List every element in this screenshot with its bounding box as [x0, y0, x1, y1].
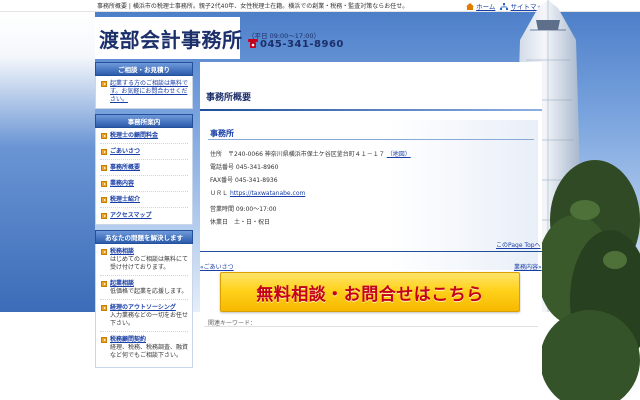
- holidays-row: 休業日 土・日・祝日: [210, 219, 271, 226]
- tel-row: 電話番号 045-341-8960: [210, 164, 279, 171]
- phone-number: 045-341-8960: [260, 39, 344, 50]
- free-consult-button[interactable]: 無料相談・お問合せはこちら: [220, 272, 520, 312]
- office-item-label[interactable]: 税理士紹介: [110, 196, 140, 203]
- solve-item-startup[interactable]: 起業相談 低価格で起業を応援します。: [100, 280, 188, 300]
- arrow-bullet-icon: [101, 165, 107, 171]
- solve-item-desc: 経理、税務、税務調査、融資など何でもご相談下さい。: [110, 344, 189, 359]
- hours-row: 営業時間 09:00～17:00: [210, 206, 277, 213]
- page-title-divider: [200, 109, 542, 111]
- solve-item-tax-consult[interactable]: 税務相談 はじめてのご相談は無料にて受け付けております。: [100, 248, 188, 276]
- sidebar: ご相談・お見積り 起業する方のご相談は無料です。お気軽にお問合わせください。 事…: [95, 62, 193, 400]
- arrow-bullet-icon: [101, 213, 107, 219]
- main-content: 事務所概要 事務所 住所 〒240-0066 神奈川県横浜市保土ケ谷区釜台町４１…: [200, 62, 542, 400]
- address-row: 住所 〒240-0066 神奈川県横浜市保土ケ谷区釜台町４１－１７ （地図）: [210, 149, 411, 158]
- url-link[interactable]: https://taxwatanabe.com: [230, 190, 305, 197]
- solve-item-label[interactable]: 起業相談: [110, 280, 134, 287]
- header-phone: 045-341-8960: [248, 39, 344, 50]
- tree-image: [540, 160, 640, 400]
- prev-page-link[interactable]: «ごあいさつ: [200, 262, 234, 271]
- office-item-services[interactable]: 業務内容: [100, 180, 188, 192]
- office-item-label[interactable]: アクセスマップ: [110, 212, 152, 219]
- solve-item-outsourcing[interactable]: 経理のアウトソーシング 入力業務などの一切をお任せ下さい。: [100, 304, 188, 332]
- consult-item: 起業する方のご相談は無料です。お気軽にお問合わせください。: [100, 80, 188, 104]
- page-title: 事務所概要: [206, 93, 252, 103]
- office-item-label[interactable]: 事務所概要: [110, 164, 140, 171]
- arrow-bullet-icon: [101, 281, 107, 287]
- office-item-label[interactable]: 業務内容: [110, 180, 134, 187]
- section-title-divider: [208, 139, 534, 140]
- office-item-greeting[interactable]: ごあいさつ: [100, 148, 188, 160]
- solve-item-desc: 入力業務などの一切をお任せ下さい。: [110, 312, 189, 327]
- site-description: 事務所概要 | 横浜市の税理士事務所。親子2代40年、女性税理士在籍。横浜での創…: [97, 3, 409, 10]
- url-label: ＵＲＬ: [210, 190, 229, 197]
- section-title: 事務所: [210, 129, 234, 138]
- consult-heading: ご相談・お見積り: [95, 62, 193, 76]
- map-link[interactable]: （地図）: [387, 151, 411, 158]
- site-title[interactable]: 渡部会計事務所: [99, 24, 243, 53]
- solve-menu: 税務相談 はじめてのご相談は無料にて受け付けております。 起業相談 低価格で起業…: [95, 244, 193, 368]
- consult-link[interactable]: 起業する方のご相談は無料です。お気軽にお問合わせください。: [110, 80, 188, 103]
- fax-row: FAX番号 045-341-8936: [210, 177, 278, 184]
- page-top-divider: [200, 251, 542, 252]
- address-text: 住所 〒240-0066 神奈川県横浜市保土ケ谷区釜台町４１－１７: [210, 151, 385, 158]
- arrow-bullet-icon: [101, 197, 107, 203]
- arrow-bullet-icon: [101, 81, 107, 87]
- cta-label: 無料相談・お問合せはこちら: [256, 284, 484, 305]
- solve-item-advisory[interactable]: 税務顧問契約 経理、税務、税務調査、融資など何でもご相談下さい。: [100, 336, 188, 360]
- office-item-label[interactable]: 税理士の顧問料金: [110, 132, 158, 139]
- office-heading: 事務所案内: [95, 114, 193, 128]
- related-divider: [204, 326, 538, 327]
- phone-icon: [248, 39, 258, 48]
- solve-item-label[interactable]: 税務顧問契約: [110, 336, 146, 343]
- arrow-bullet-icon: [101, 149, 107, 155]
- page-top-link[interactable]: このPage Topへ: [496, 240, 541, 249]
- next-page-link[interactable]: 業務内容»: [514, 262, 542, 271]
- arrow-bullet-icon: [101, 337, 107, 343]
- office-item-overview[interactable]: 事務所概要: [100, 164, 188, 176]
- consult-box: 起業する方のご相談は無料です。お気軽にお問合わせください。: [95, 76, 193, 109]
- solve-heading: あなたの問題を解決します: [95, 230, 193, 244]
- url-row: ＵＲＬ https://taxwatanabe.com: [210, 188, 305, 197]
- office-item-staff[interactable]: 税理士紹介: [100, 196, 188, 208]
- arrow-bullet-icon: [101, 305, 107, 311]
- office-item-fees[interactable]: 税理士の顧問料金: [100, 132, 188, 144]
- office-menu: 税理士の顧問料金 ごあいさつ 事務所概要 業務内容 税理士紹介 アクセスマップ: [95, 128, 193, 225]
- arrow-bullet-icon: [101, 133, 107, 139]
- office-item-label[interactable]: ごあいさつ: [110, 148, 140, 155]
- left-gradient-band: [0, 12, 95, 312]
- office-info-panel: 事務所 住所 〒240-0066 神奈川県横浜市保土ケ谷区釜台町４１－１７ （地…: [204, 120, 538, 270]
- solve-item-label[interactable]: 経理のアウトソーシング: [110, 304, 176, 311]
- office-item-access[interactable]: アクセスマップ: [100, 212, 188, 220]
- solve-item-desc: 低価格で起業を応援します。: [110, 288, 188, 295]
- arrow-bullet-icon: [101, 181, 107, 187]
- arrow-bullet-icon: [101, 249, 107, 255]
- house-icon: [466, 3, 474, 10]
- solve-item-desc: はじめてのご相談は無料にて受け付けております。: [110, 256, 189, 271]
- solve-item-label[interactable]: 税務相談: [110, 248, 134, 255]
